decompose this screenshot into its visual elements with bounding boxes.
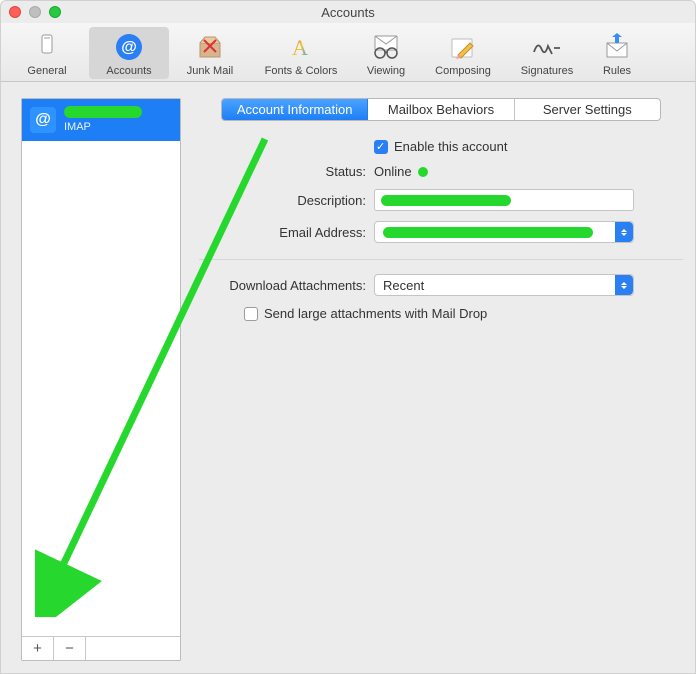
composing-icon <box>445 31 481 63</box>
general-icon <box>29 31 65 63</box>
svg-text:A: A <box>292 35 308 60</box>
prefs-toolbar: General @ Accounts Junk Mail A Fonts & C… <box>1 23 695 82</box>
status-value: Online <box>374 164 412 179</box>
toolbar-accounts[interactable]: @ Accounts <box>89 27 169 79</box>
chevron-updown-icon <box>615 222 633 242</box>
at-icon: @ <box>30 107 56 133</box>
chevron-updown-icon <box>615 275 633 295</box>
svg-text:@: @ <box>121 39 137 56</box>
tab-server-settings[interactable]: Server Settings <box>515 99 660 120</box>
mail-drop-checkbox[interactable] <box>244 307 258 321</box>
titlebar: Accounts <box>1 1 695 23</box>
signatures-icon <box>529 31 565 63</box>
email-redacted <box>383 227 593 238</box>
description-field[interactable] <box>374 189 634 211</box>
tab-account-information[interactable]: Account Information <box>222 99 368 120</box>
window-zoom-button[interactable] <box>49 6 61 18</box>
description-redacted <box>381 195 511 206</box>
accounts-list[interactable]: @ IMAP + − <box>21 98 181 661</box>
window-close-button[interactable] <box>9 6 21 18</box>
divider <box>199 259 683 260</box>
junk-mail-icon <box>192 31 228 63</box>
accounts-icon: @ <box>111 31 147 63</box>
remove-account-button[interactable]: − <box>54 637 86 660</box>
description-label: Description: <box>199 193 374 208</box>
enable-account-label: Enable this account <box>394 139 507 154</box>
toolbar-composing[interactable]: Composing <box>421 27 505 79</box>
account-tabs: Account Information Mailbox Behaviors Se… <box>221 98 661 121</box>
window-title: Accounts <box>1 5 695 20</box>
rules-icon <box>599 31 635 63</box>
account-type: IMAP <box>64 121 142 133</box>
toolbar-rules[interactable]: Rules <box>589 27 645 79</box>
toolbar-general[interactable]: General <box>7 27 87 79</box>
account-row[interactable]: @ IMAP <box>22 99 180 141</box>
enable-account-checkbox[interactable] <box>374 140 388 154</box>
viewing-icon <box>368 31 404 63</box>
toolbar-viewing[interactable]: Viewing <box>353 27 419 79</box>
mail-drop-label: Send large attachments with Mail Drop <box>264 306 487 321</box>
window-minimize-button <box>29 6 41 18</box>
tab-mailbox-behaviors[interactable]: Mailbox Behaviors <box>368 99 514 120</box>
add-account-button[interactable]: + <box>22 637 54 660</box>
email-address-popup[interactable] <box>374 221 634 243</box>
toolbar-fonts-colors[interactable]: A Fonts & Colors <box>251 27 351 79</box>
status-label: Status: <box>199 164 374 179</box>
attachments-label: Download Attachments: <box>199 278 374 293</box>
account-name-redacted <box>64 106 142 118</box>
status-dot-icon <box>418 167 428 177</box>
fonts-colors-icon: A <box>283 31 319 63</box>
toolbar-signatures[interactable]: Signatures <box>507 27 587 79</box>
toolbar-junk-mail[interactable]: Junk Mail <box>171 27 249 79</box>
download-attachments-popup[interactable]: Recent <box>374 274 634 296</box>
email-label: Email Address: <box>199 225 374 240</box>
